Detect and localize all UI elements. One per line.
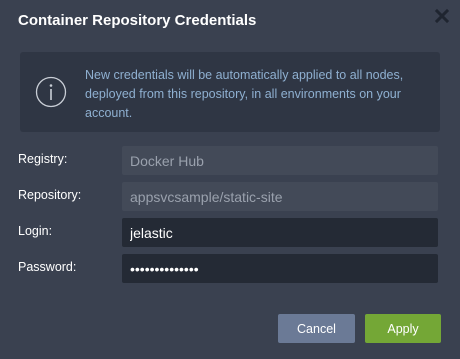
registry-field bbox=[122, 146, 438, 175]
password-field[interactable] bbox=[122, 254, 438, 283]
info-icon bbox=[35, 76, 67, 108]
cancel-button[interactable]: Cancel bbox=[278, 314, 355, 343]
close-icon[interactable] bbox=[434, 8, 450, 24]
apply-button[interactable]: Apply bbox=[365, 314, 441, 343]
dialog-title: Container Repository Credentials bbox=[18, 12, 257, 29]
repository-label: Repository: bbox=[18, 188, 82, 202]
password-row: Password: bbox=[18, 254, 442, 284]
password-label: Password: bbox=[18, 260, 77, 274]
info-panel: New credentials will be automatically ap… bbox=[20, 52, 440, 132]
login-field[interactable] bbox=[122, 218, 438, 247]
info-message: New credentials will be automatically ap… bbox=[85, 68, 404, 120]
registry-row: Registry: bbox=[18, 146, 442, 176]
repository-field bbox=[122, 182, 438, 211]
credentials-dialog: Container Repository Credentials New cre… bbox=[0, 0, 460, 359]
login-row: Login: bbox=[18, 218, 442, 248]
login-label: Login: bbox=[18, 224, 53, 238]
repository-row: Repository: bbox=[18, 182, 442, 212]
registry-label: Registry: bbox=[18, 152, 68, 166]
